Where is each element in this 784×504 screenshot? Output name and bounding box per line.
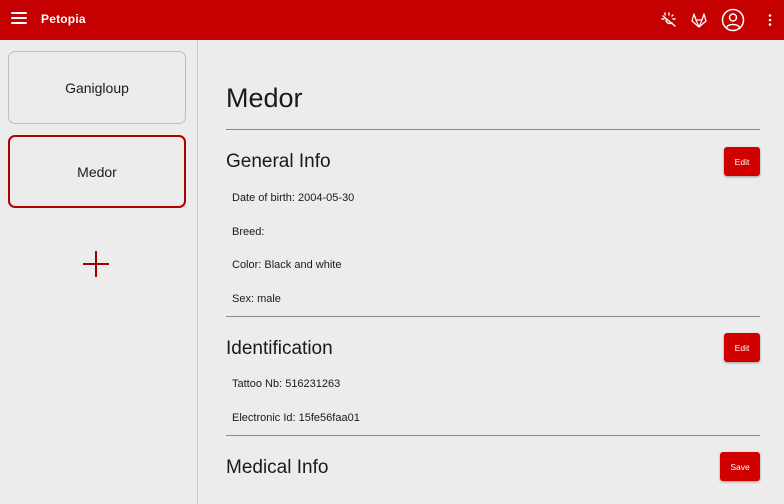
pet-card-medor[interactable]: Medor: [8, 135, 186, 208]
section-title-medical: Medical Info: [226, 457, 329, 478]
divider: [226, 129, 760, 130]
page-title: Medor: [226, 83, 303, 113]
more-vertical-icon[interactable]: [765, 12, 775, 28]
field-electronic-id: Electronic Id: 15fe56faa01: [232, 412, 360, 424]
account-icon[interactable]: [721, 8, 745, 32]
divider: [226, 435, 760, 436]
plus-icon[interactable]: [82, 250, 110, 278]
field-sex: Sex: male: [232, 293, 281, 305]
field-color: Color: Black and white: [232, 259, 342, 271]
edit-general-button[interactable]: Edit: [724, 147, 760, 176]
field-breed: Breed:: [232, 226, 265, 238]
edit-identification-button[interactable]: Edit: [724, 333, 760, 362]
save-medical-button[interactable]: Save: [720, 452, 760, 481]
pet-sidebar: Ganigloup Medor: [0, 40, 198, 504]
field-date-of-birth: Date of birth: 2004-05-30: [232, 192, 355, 204]
app-title: Petopia: [41, 12, 86, 26]
gitlab-icon[interactable]: [690, 11, 708, 29]
theme-toggle-icon[interactable]: [660, 11, 678, 29]
menu-icon[interactable]: [11, 10, 27, 26]
section-title-identification: Identification: [226, 338, 333, 359]
pet-detail: Medor General Info Edit Date of birth: 2…: [226, 40, 760, 504]
field-tattoo-nb: Tattoo Nb: 516231263: [232, 378, 341, 390]
section-title-general: General Info: [226, 151, 331, 172]
pet-card-ganigloup[interactable]: Ganigloup: [8, 51, 186, 124]
app-toolbar: Petopia: [0, 0, 784, 40]
pet-card-label: Ganigloup: [65, 79, 129, 96]
pet-card-label: Medor: [77, 163, 117, 180]
divider: [226, 316, 760, 317]
